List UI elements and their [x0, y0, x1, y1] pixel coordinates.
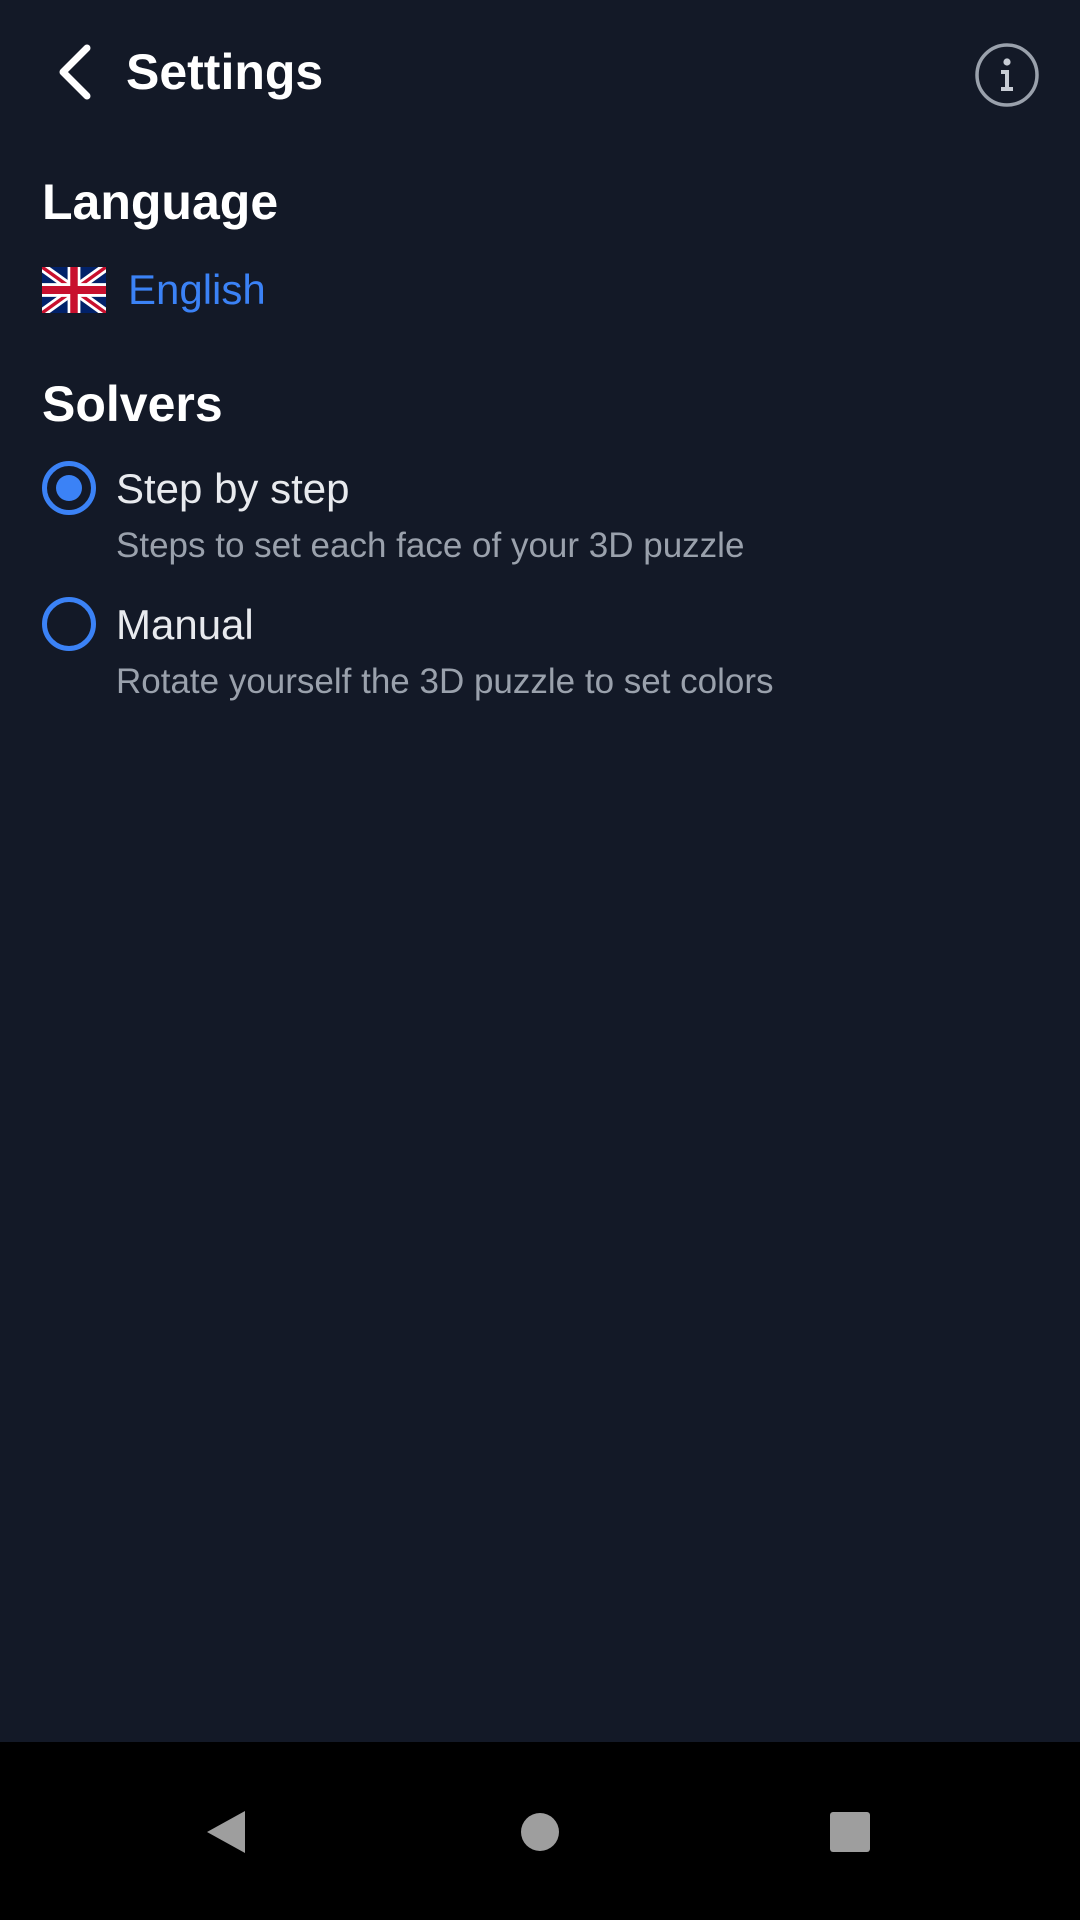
language-selector[interactable]: English	[42, 258, 266, 322]
nav-back-button[interactable]	[186, 1792, 266, 1872]
info-button[interactable]	[974, 42, 1040, 108]
solver-option-manual[interactable]: Manual Rotate yourself the 3D puzzle to …	[42, 597, 1002, 717]
nav-home-icon	[521, 1813, 559, 1851]
nav-recents-icon	[830, 1812, 870, 1852]
chevron-left-icon	[59, 44, 91, 100]
app-bar: Settings	[0, 0, 1080, 144]
solver-option-step-by-step[interactable]: Step by step Steps to set each face of y…	[42, 461, 1002, 581]
info-icon	[975, 43, 1039, 107]
solver-option-description: Steps to set each face of your 3D puzzle	[116, 526, 745, 565]
back-button[interactable]	[38, 32, 112, 112]
language-heading: Language	[42, 174, 279, 230]
nav-recents-button[interactable]	[810, 1792, 890, 1872]
system-nav-bar	[0, 1742, 1080, 1920]
uk-flag-icon	[42, 267, 106, 313]
radio-dot	[56, 475, 82, 501]
nav-home-button[interactable]	[500, 1792, 580, 1872]
solvers-heading: Solvers	[42, 376, 223, 432]
language-value: English	[128, 266, 266, 313]
radio-button-selected[interactable]	[42, 461, 96, 515]
settings-screen: Settings Language English Solvers Step b…	[0, 0, 1080, 1920]
page-title: Settings	[126, 44, 324, 100]
solver-option-description: Rotate yourself the 3D puzzle to set col…	[116, 662, 774, 701]
solver-option-label: Step by step	[116, 465, 350, 512]
nav-back-icon	[207, 1811, 245, 1853]
radio-button-unselected[interactable]	[42, 597, 96, 651]
solver-option-label: Manual	[116, 601, 254, 648]
